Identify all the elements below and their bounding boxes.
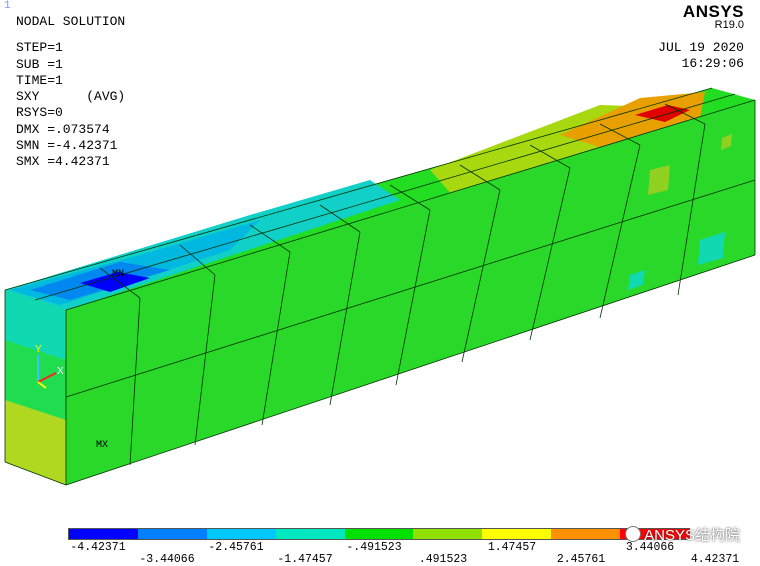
axis-x-label: X	[57, 366, 64, 377]
watermark-text: ANSYS结构院	[644, 527, 740, 544]
legend-swatch-2	[137, 529, 207, 539]
legend-tick-bottom-4: 2.45761	[556, 553, 606, 566]
legend-tick-top-4: 1.47457	[487, 541, 537, 554]
legend-swatch-8	[551, 529, 621, 539]
min-marker-label: MN	[112, 269, 124, 280]
legend-swatch-3	[206, 529, 276, 539]
legend-tick-bottom-5: 4.42371	[690, 553, 740, 566]
beam-front-face	[66, 100, 755, 485]
legend-tick-top-1: -4.42371	[70, 541, 126, 554]
contour-legend-bar	[68, 528, 690, 540]
legend-tick-bottom-3: .491523	[418, 553, 468, 566]
legend-swatch-7	[482, 529, 552, 539]
axis-y-label: Y	[35, 344, 42, 355]
legend-swatch-4	[275, 529, 345, 539]
legend-tick-top-3: -.491523	[346, 541, 402, 554]
legend-tick-bottom-1: -3.44066	[139, 553, 195, 566]
beam-model-view[interactable]: Y X MN MX	[0, 0, 760, 520]
wechat-icon	[625, 526, 642, 542]
legend-swatch-6	[413, 529, 483, 539]
max-marker-label: MX	[96, 440, 108, 451]
legend-tick-top-2: -2.45761	[208, 541, 264, 554]
legend-tick-bottom-2: -1.47457	[277, 553, 333, 566]
watermark: ANSYS结构院	[625, 524, 740, 545]
legend-swatch-1	[69, 529, 138, 539]
legend-swatch-5	[344, 529, 414, 539]
